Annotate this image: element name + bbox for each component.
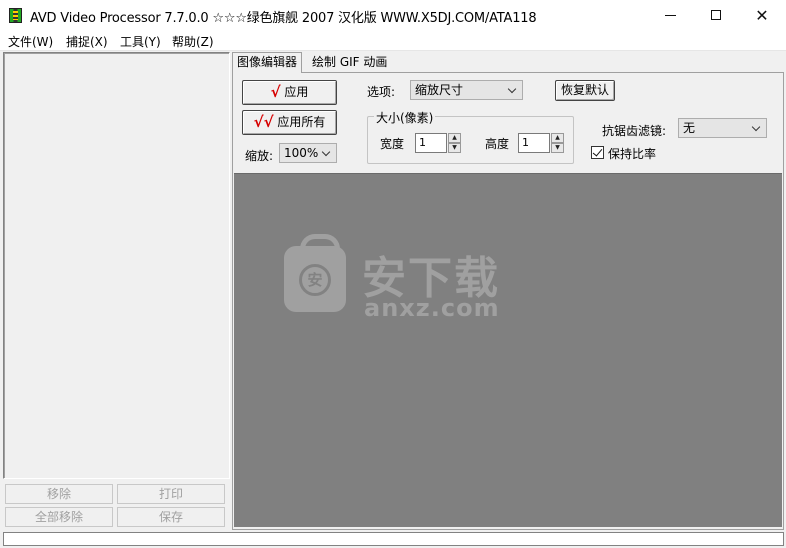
apply-all-label: 应用所有 (277, 115, 326, 129)
spin-down-icon[interactable]: ▼ (448, 143, 461, 153)
spin-up-icon[interactable]: ▲ (551, 133, 564, 143)
height-label: 高度 (485, 137, 510, 151)
option-label: 选项: (367, 85, 396, 99)
zoom-value: 100% (284, 146, 319, 160)
close-button[interactable]: ✕ (739, 0, 785, 31)
image-editor-panel: √ 应用 √√ 应用所有 缩放: 100% 选项: 缩放尺寸 恢复默认 大小(像… (232, 72, 784, 530)
watermark: 安 安下载 anxz.com (284, 234, 514, 324)
restore-default-button[interactable]: 恢复默认 (555, 80, 615, 101)
menu-tools[interactable]: 工具(Y) (120, 33, 161, 50)
watermark-text-en: anxz.com (364, 294, 500, 322)
zoom-label: 缩放: (245, 149, 274, 163)
menu-file[interactable]: 文件(W) (8, 33, 53, 50)
chevron-down-icon (749, 119, 763, 137)
option-select[interactable]: 缩放尺寸 (410, 80, 523, 100)
maximize-icon (711, 10, 721, 20)
double-check-icon: √√ (253, 113, 274, 131)
apply-all-button[interactable]: √√ 应用所有 (242, 110, 337, 135)
menu-bar: 文件(W) 捕捉(X) 工具(Y) 帮助(Z) (0, 31, 786, 51)
size-group-title: 大小(像素) (374, 109, 436, 126)
height-input[interactable]: 1 (518, 133, 550, 153)
tab-gif-animation[interactable]: 绘制 GIF 动画 (308, 54, 391, 72)
chevron-down-icon (505, 81, 519, 99)
thumbnail-list[interactable] (3, 52, 230, 479)
window-title: AVD Video Processor 7.7.0.0 ☆☆☆绿色旗舰 2007… (30, 11, 537, 26)
antialias-select[interactable]: 无 (678, 118, 767, 138)
shopping-bag-icon: 安 (284, 234, 346, 312)
save-button[interactable]: 保存 (117, 507, 225, 527)
title-bar: AVD Video Processor 7.7.0.0 ☆☆☆绿色旗舰 2007… (0, 0, 786, 31)
minimize-button[interactable] (647, 0, 693, 31)
antialias-value: 无 (683, 121, 696, 135)
menu-capture[interactable]: 捕捉(X) (66, 33, 108, 50)
remove-all-button[interactable]: 全部移除 (5, 507, 113, 527)
status-bar (3, 532, 784, 546)
close-icon: ✕ (755, 6, 769, 25)
spin-down-icon[interactable]: ▼ (551, 143, 564, 153)
film-strip-icon (9, 8, 22, 23)
menu-help[interactable]: 帮助(Z) (172, 33, 214, 50)
maximize-button[interactable] (693, 0, 739, 31)
keep-ratio-label: 保持比率 (608, 147, 657, 161)
size-group: 大小(像素) 宽度 1 ▲ ▼ 高度 1 ▲ ▼ (367, 109, 574, 164)
antialias-label: 抗锯齿滤镜: (602, 124, 667, 138)
width-input[interactable]: 1 (415, 133, 447, 153)
spin-up-icon[interactable]: ▲ (448, 133, 461, 143)
keep-ratio-checkbox[interactable] (591, 146, 604, 159)
check-icon: √ (270, 83, 281, 101)
tab-image-editor[interactable]: 图像编辑器 (232, 52, 303, 73)
apply-button[interactable]: √ 应用 (242, 80, 337, 105)
option-value: 缩放尺寸 (415, 83, 464, 97)
image-canvas[interactable]: 安 安下载 anxz.com (234, 173, 782, 527)
chevron-down-icon (319, 144, 333, 162)
zoom-select[interactable]: 100% (279, 143, 337, 163)
apply-label: 应用 (284, 85, 309, 99)
width-label: 宽度 (380, 137, 405, 151)
print-button[interactable]: 打印 (117, 484, 225, 504)
minimize-icon (664, 14, 676, 16)
remove-button[interactable]: 移除 (5, 484, 113, 504)
